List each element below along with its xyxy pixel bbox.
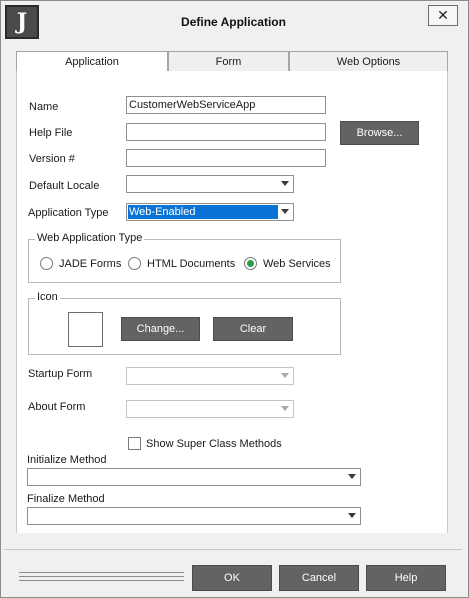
about-form-label: About Form bbox=[28, 401, 86, 413]
application-type-dropdown[interactable]: Web-Enabled bbox=[126, 203, 294, 221]
web-services-label: Web Services bbox=[263, 258, 331, 270]
startup-form-value bbox=[128, 369, 129, 383]
finalize-method-value bbox=[29, 509, 30, 523]
version-label: Version # bbox=[29, 153, 75, 165]
icon-preview bbox=[68, 312, 103, 347]
initialize-method-dropdown[interactable] bbox=[27, 468, 361, 486]
default-locale-dropdown[interactable] bbox=[126, 175, 294, 193]
cancel-button[interactable]: Cancel bbox=[279, 565, 359, 591]
help-file-label: Help File bbox=[29, 127, 73, 139]
grip-line bbox=[19, 576, 184, 577]
initialize-method-value bbox=[29, 470, 30, 484]
web-application-type-title: Web Application Type bbox=[35, 232, 145, 244]
tab-form[interactable]: Form bbox=[168, 51, 289, 71]
application-tab-panel: Name CustomerWebServiceApp Help File Bro… bbox=[16, 71, 448, 533]
ok-button[interactable]: OK bbox=[192, 565, 272, 591]
tab-web-options[interactable]: Web Options bbox=[289, 51, 448, 71]
html-documents-label: HTML Documents bbox=[147, 258, 236, 270]
browse-button[interactable]: Browse... bbox=[340, 121, 419, 145]
change-icon-button[interactable]: Change... bbox=[121, 317, 200, 341]
clear-icon-button[interactable]: Clear bbox=[213, 317, 293, 341]
web-application-type-group: Web Application Type JADE Forms HTML Doc… bbox=[28, 232, 341, 283]
html-documents-radio[interactable] bbox=[128, 257, 141, 270]
version-field[interactable] bbox=[126, 149, 326, 167]
chevron-down-icon bbox=[348, 513, 356, 518]
default-locale-value bbox=[128, 177, 129, 191]
application-type-value: Web-Enabled bbox=[128, 205, 278, 219]
chevron-down-icon bbox=[281, 373, 289, 378]
grip-line bbox=[19, 580, 184, 581]
help-button[interactable]: Help bbox=[366, 565, 446, 591]
icon-group: Icon Change... Clear bbox=[28, 291, 341, 355]
default-locale-label: Default Locale bbox=[29, 180, 100, 192]
tab-strip: Application Form Web Options bbox=[16, 51, 448, 72]
chevron-down-icon bbox=[348, 474, 356, 479]
title-bar: J Define Application ✕ bbox=[1, 1, 466, 41]
about-form-dropdown[interactable] bbox=[126, 400, 294, 418]
chevron-down-icon bbox=[281, 181, 289, 186]
show-super-class-checkbox[interactable] bbox=[128, 437, 141, 450]
close-button[interactable]: ✕ bbox=[428, 5, 458, 26]
application-type-label: Application Type bbox=[28, 207, 109, 219]
chevron-down-icon bbox=[281, 209, 289, 214]
about-form-value bbox=[128, 402, 129, 416]
finalize-method-dropdown[interactable] bbox=[27, 507, 361, 525]
jade-forms-label: JADE Forms bbox=[59, 258, 122, 270]
chevron-down-icon bbox=[281, 406, 289, 411]
finalize-method-label: Finalize Method bbox=[27, 493, 105, 505]
help-file-field[interactable] bbox=[126, 123, 326, 141]
startup-form-dropdown[interactable] bbox=[126, 367, 294, 385]
name-label: Name bbox=[29, 101, 59, 113]
icon-group-title: Icon bbox=[35, 291, 60, 303]
grip-line bbox=[19, 572, 184, 573]
footer-divider bbox=[4, 549, 462, 550]
startup-form-label: Startup Form bbox=[28, 368, 93, 380]
web-services-radio[interactable] bbox=[244, 257, 257, 270]
name-field[interactable]: CustomerWebServiceApp bbox=[126, 96, 326, 114]
tab-application[interactable]: Application bbox=[16, 51, 168, 72]
jade-forms-radio[interactable] bbox=[40, 257, 53, 270]
show-super-class-label: Show Super Class Methods bbox=[146, 438, 282, 450]
initialize-method-label: Initialize Method bbox=[27, 454, 107, 466]
dialog-title: Define Application bbox=[181, 15, 286, 29]
